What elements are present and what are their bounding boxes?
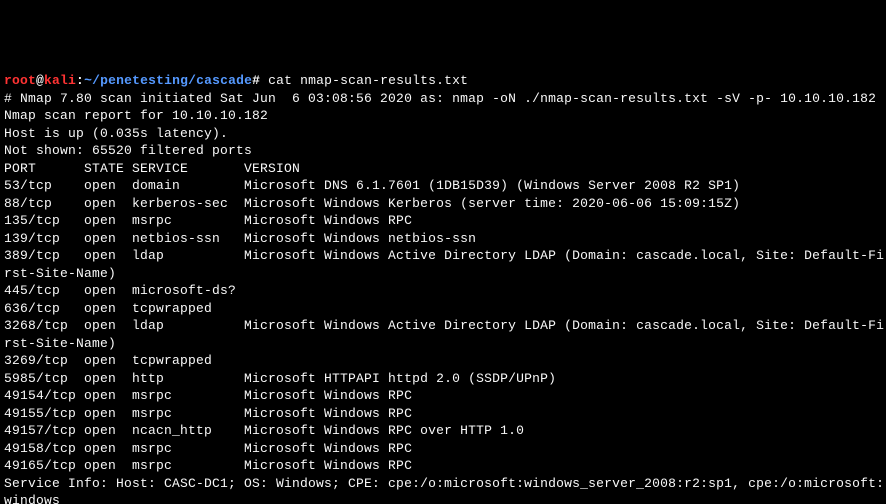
port-table-row-wrap: rst-Site-Name) (4, 266, 116, 281)
output-line: # Nmap 7.80 scan initiated Sat Jun 6 03:… (4, 91, 876, 106)
prompt-user: root (4, 73, 36, 88)
port-table-row: 636/tcp open tcpwrapped (4, 301, 212, 316)
port-table-row: 49158/tcp open msrpc Microsoft Windows R… (4, 441, 412, 456)
port-table-row: 139/tcp open netbios-ssn Microsoft Windo… (4, 231, 476, 246)
prompt-host: kali (44, 73, 76, 88)
output-line: Host is up (0.035s latency). (4, 126, 228, 141)
port-table-row: 3268/tcp open ldap Microsoft Windows Act… (4, 318, 884, 333)
port-table-row: 49165/tcp open msrpc Microsoft Windows R… (4, 458, 412, 473)
port-table-row: 3269/tcp open tcpwrapped (4, 353, 212, 368)
port-table-row-wrap: rst-Site-Name) (4, 336, 116, 351)
port-table-header: PORT STATE SERVICE VERSION (4, 161, 300, 176)
service-info-line-wrap: windows (4, 493, 60, 504)
port-table-row: 88/tcp open kerberos-sec Microsoft Windo… (4, 196, 740, 211)
prompt-colon: : (76, 73, 84, 88)
port-table-row: 49157/tcp open ncacn_http Microsoft Wind… (4, 423, 524, 438)
port-table-row: 445/tcp open microsoft-ds? (4, 283, 236, 298)
port-table-row: 135/tcp open msrpc Microsoft Windows RPC (4, 213, 412, 228)
service-info-line: Service Info: Host: CASC-DC1; OS: Window… (4, 476, 884, 491)
output-line: Not shown: 65520 filtered ports (4, 143, 252, 158)
terminal-window[interactable]: root@kali:~/penetesting/cascade# cat nma… (4, 72, 882, 504)
port-table-row: 53/tcp open domain Microsoft DNS 6.1.760… (4, 178, 740, 193)
prompt-line: root@kali:~/penetesting/cascade# cat nma… (4, 73, 468, 88)
prompt-at: @ (36, 73, 44, 88)
port-table-row: 49155/tcp open msrpc Microsoft Windows R… (4, 406, 412, 421)
prompt-path: ~/penetesting/cascade (84, 73, 252, 88)
port-table-row: 389/tcp open ldap Microsoft Windows Acti… (4, 248, 884, 263)
output-line: Nmap scan report for 10.10.10.182 (4, 108, 268, 123)
port-table-row: 5985/tcp open http Microsoft HTTPAPI htt… (4, 371, 556, 386)
port-table-row: 49154/tcp open msrpc Microsoft Windows R… (4, 388, 412, 403)
prompt-hash: # (252, 73, 260, 88)
command-text: cat nmap-scan-results.txt (260, 73, 468, 88)
